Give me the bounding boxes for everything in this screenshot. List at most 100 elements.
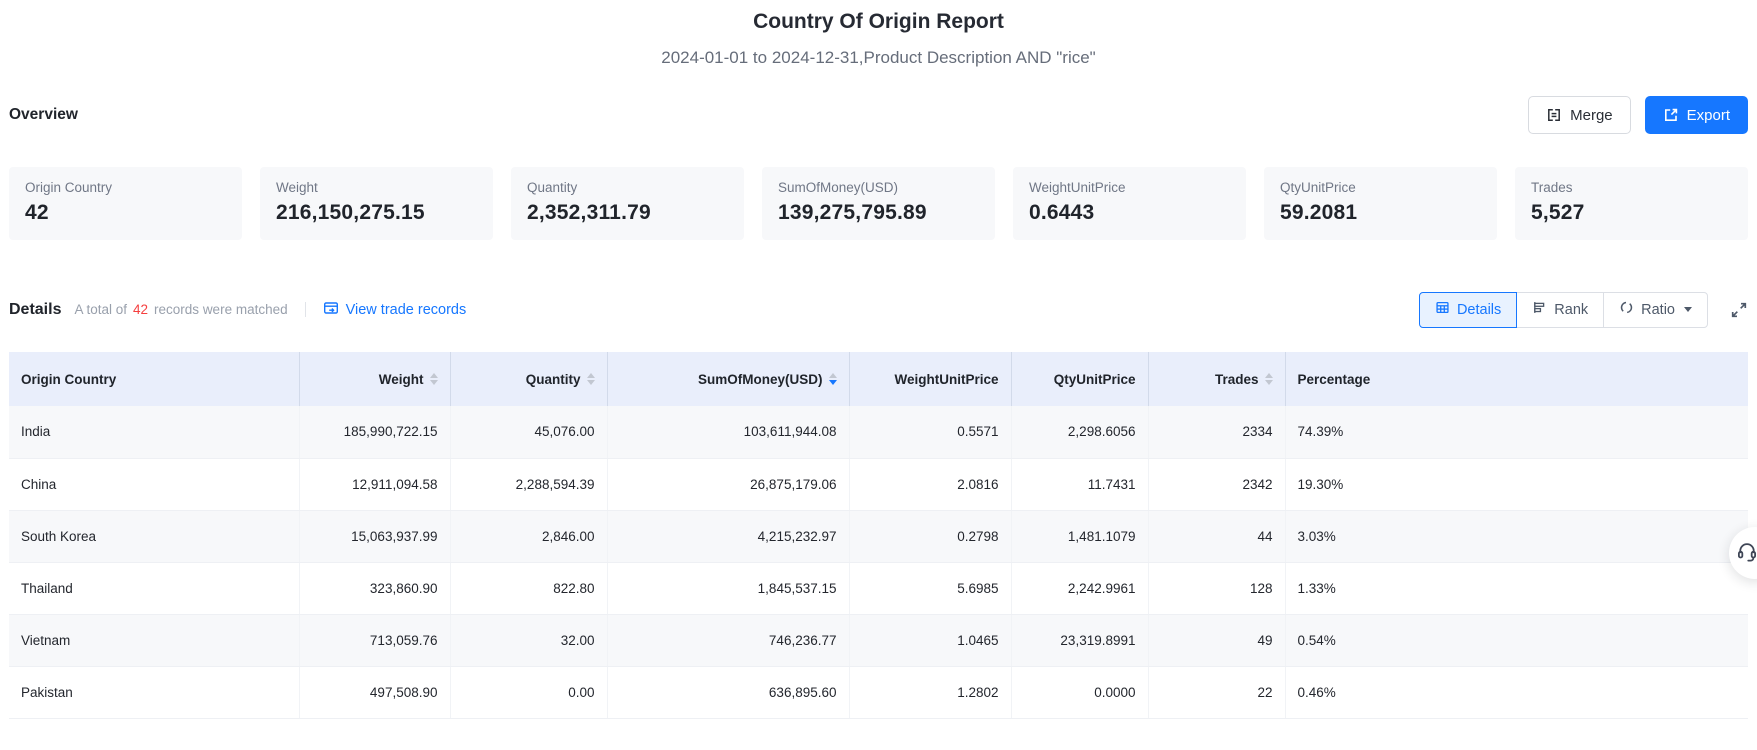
summary-suffix: records were matched bbox=[154, 302, 288, 317]
weight-cell: 497,508.90 bbox=[299, 666, 451, 719]
trades-cell: 44 bbox=[1148, 510, 1286, 563]
sort-control[interactable] bbox=[586, 373, 595, 385]
stat-card-label: Weight bbox=[276, 180, 318, 195]
sum-of-money-cell: 103,611,944.08 bbox=[607, 406, 850, 459]
sum-of-money-cell: 636,895.60 bbox=[607, 666, 850, 719]
weight-unit-price-cell: 0.5571 bbox=[849, 406, 1012, 459]
col-header-qty-unit-price: QtyUnitPrice bbox=[1011, 352, 1149, 406]
weight-unit-price-cell: 1.0465 bbox=[849, 614, 1012, 667]
quantity-cell: 32.00 bbox=[450, 614, 608, 667]
percentage-cell: 74.39% bbox=[1285, 406, 1748, 459]
table-body: India 185,990,722.15 45,076.00 103,611,9… bbox=[9, 406, 1748, 719]
table-row: Thailand 323,860.90 822.80 1,845,537.15 … bbox=[9, 562, 1748, 615]
export-button[interactable]: Export bbox=[1644, 96, 1748, 134]
stat-card: QtyUnitPrice 59.2081 bbox=[1264, 167, 1497, 240]
qty-unit-price-cell: 2,298.6056 bbox=[1011, 406, 1149, 459]
col-header-quantity[interactable]: Quantity bbox=[450, 352, 608, 406]
col-header-weight[interactable]: Weight bbox=[299, 352, 451, 406]
rank-bars-icon bbox=[1532, 300, 1547, 319]
weight-cell: 15,063,937.99 bbox=[299, 510, 451, 563]
trades-cell: 2334 bbox=[1148, 406, 1286, 459]
table-row: South Korea 15,063,937.99 2,846.00 4,215… bbox=[9, 510, 1748, 563]
stat-card-label: Quantity bbox=[527, 180, 578, 195]
weight-unit-price-cell: 2.0816 bbox=[849, 458, 1012, 511]
weight-cell: 185,990,722.15 bbox=[299, 406, 451, 459]
stat-card-value: 5,527 bbox=[1531, 201, 1585, 224]
view-trade-records-link[interactable]: View trade records bbox=[323, 300, 466, 320]
col-header-sum-of-money[interactable]: SumOfMoney(USD) bbox=[607, 352, 850, 406]
sum-of-money-cell: 26,875,179.06 bbox=[607, 458, 850, 511]
ratio-circle-icon bbox=[1619, 300, 1634, 319]
trades-cell: 49 bbox=[1148, 614, 1286, 667]
headset-icon bbox=[1736, 540, 1757, 567]
stat-card-label: Origin Country bbox=[25, 180, 113, 195]
origin-country-cell: Thailand bbox=[9, 562, 300, 615]
stat-card-value: 42 bbox=[25, 201, 49, 224]
chevron-down-icon bbox=[1684, 307, 1692, 312]
sort-asc-icon bbox=[828, 373, 837, 378]
summary-count: 42 bbox=[133, 302, 149, 317]
weight-cell: 713,059.76 bbox=[299, 614, 451, 667]
page-title: Country Of Origin Report bbox=[753, 10, 1004, 33]
sort-control[interactable] bbox=[429, 373, 438, 385]
percentage-cell: 1.33% bbox=[1285, 562, 1748, 615]
quantity-cell: 2,288,594.39 bbox=[450, 458, 608, 511]
stat-card-value: 139,275,795.89 bbox=[778, 201, 927, 224]
stat-card: Trades 5,527 bbox=[1515, 167, 1748, 240]
stat-card-label: QtyUnitPrice bbox=[1280, 180, 1356, 195]
overview-bar: Overview Merge Export bbox=[9, 96, 1748, 134]
sort-asc-icon bbox=[586, 373, 595, 378]
sum-of-money-cell: 4,215,232.97 bbox=[607, 510, 850, 563]
qty-unit-price-cell: 0.0000 bbox=[1011, 666, 1149, 719]
weight-cell: 12,911,094.58 bbox=[299, 458, 451, 511]
view-toggle-group: Details Rank Ratio bbox=[1418, 291, 1708, 328]
sort-desc-icon bbox=[429, 380, 438, 385]
tab-details[interactable]: Details bbox=[1418, 291, 1518, 328]
merge-button[interactable]: Merge bbox=[1528, 96, 1631, 134]
report-page: Country Of Origin Report 2024-01-01 to 2… bbox=[0, 0, 1757, 750]
details-toolbar: Details A total of 42 records were match… bbox=[9, 291, 1748, 328]
stat-card: WeightUnitPrice 0.6443 bbox=[1013, 167, 1246, 240]
quantity-cell: 2,846.00 bbox=[450, 510, 608, 563]
page-subtitle: 2024-01-01 to 2024-12-31,Product Descrip… bbox=[661, 48, 1096, 67]
stat-card: Origin Country 42 bbox=[9, 167, 242, 240]
sort-control[interactable] bbox=[828, 373, 837, 385]
quantity-cell: 0.00 bbox=[450, 666, 608, 719]
details-heading: Details bbox=[9, 300, 62, 318]
overview-heading: Overview bbox=[9, 106, 78, 123]
tab-ratio[interactable]: Ratio bbox=[1603, 291, 1708, 328]
weight-unit-price-cell: 5.6985 bbox=[849, 562, 1012, 615]
col-header-percentage: Percentage bbox=[1285, 352, 1748, 406]
trades-cell: 2342 bbox=[1148, 458, 1286, 511]
merge-button-label: Merge bbox=[1570, 106, 1613, 124]
weight-unit-price-cell: 1.2802 bbox=[849, 666, 1012, 719]
sum-of-money-cell: 746,236.77 bbox=[607, 614, 850, 667]
origin-country-cell: South Korea bbox=[9, 510, 300, 563]
origin-country-cell: India bbox=[9, 406, 300, 459]
origin-country-cell: Vietnam bbox=[9, 614, 300, 667]
stat-card: SumOfMoney(USD) 139,275,795.89 bbox=[762, 167, 995, 240]
qty-unit-price-cell: 11.7431 bbox=[1011, 458, 1149, 511]
col-header-trades[interactable]: Trades bbox=[1148, 352, 1286, 406]
qty-unit-price-cell: 2,242.9961 bbox=[1011, 562, 1149, 615]
percentage-cell: 0.46% bbox=[1285, 666, 1748, 719]
percentage-cell: 19.30% bbox=[1285, 458, 1748, 511]
tab-rank[interactable]: Rank bbox=[1516, 291, 1605, 328]
stat-card: Weight 216,150,275.15 bbox=[260, 167, 493, 240]
sort-control[interactable] bbox=[1264, 373, 1273, 385]
sort-desc-icon bbox=[586, 380, 595, 385]
stat-card-value: 216,150,275.15 bbox=[276, 201, 425, 224]
fullscreen-button[interactable] bbox=[1730, 301, 1748, 319]
overview-cards: Origin Country 42 Weight 216,150,275.15 … bbox=[9, 167, 1748, 240]
details-table: Origin Country Weight Quantity SumOfMone… bbox=[9, 352, 1748, 719]
table-header: Origin Country Weight Quantity SumOfMone… bbox=[9, 352, 1748, 406]
percentage-cell: 3.03% bbox=[1285, 510, 1748, 563]
percentage-cell: 0.54% bbox=[1285, 614, 1748, 667]
stat-card-value: 59.2081 bbox=[1280, 201, 1358, 224]
origin-country-cell: Pakistan bbox=[9, 666, 300, 719]
origin-country-cell: China bbox=[9, 458, 300, 511]
match-summary: A total of 42 records were matched bbox=[74, 302, 287, 317]
summary-prefix: A total of bbox=[74, 302, 128, 317]
trades-cell: 128 bbox=[1148, 562, 1286, 615]
col-header-weight-unit-price: WeightUnitPrice bbox=[849, 352, 1012, 406]
